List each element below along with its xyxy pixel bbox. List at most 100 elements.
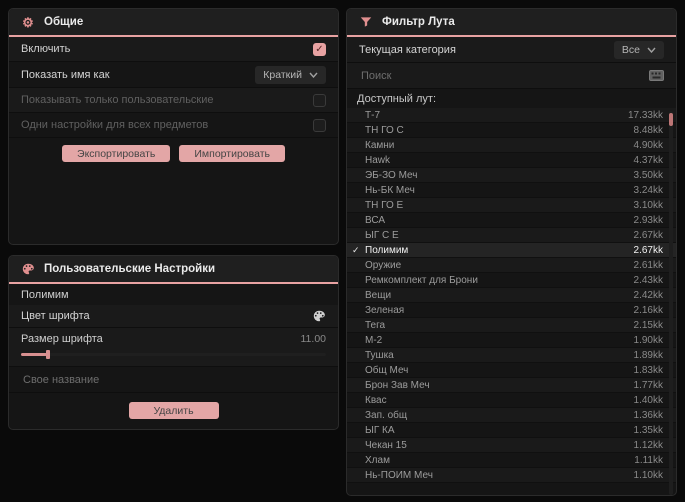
- loot-list-item[interactable]: ✓ Брон Зав Меч 1.77kk: [347, 378, 676, 393]
- loot-item-name: Чекан 15: [365, 439, 407, 451]
- loot-list-item[interactable]: ✓ М-2 1.90kk: [347, 333, 676, 348]
- loot-list-item[interactable]: ✓ Ремкомплект для Брони 2.43kk: [347, 273, 676, 288]
- loot-item-name: Hawk: [365, 154, 391, 166]
- export-button[interactable]: Экспортировать: [62, 145, 171, 162]
- font-color-label: Цвет шрифта: [21, 310, 90, 322]
- import-button[interactable]: Импортировать: [179, 145, 285, 162]
- loot-item-name: ЫГ С Е: [365, 229, 399, 241]
- loot-list-scrollbar[interactable]: [669, 111, 673, 495]
- loot-list-item[interactable]: ✓ Хлам 1.11kk: [347, 453, 676, 468]
- loot-list-item[interactable]: ✓ Чекан 15 1.12kk: [347, 438, 676, 453]
- loot-item-value: 1.89kk: [633, 349, 663, 361]
- loot-list-item[interactable]: ✓ ЭБ-ЗО Меч 3.50kk: [347, 168, 676, 183]
- search-row: [347, 63, 676, 89]
- loot-item-name: Тушка: [365, 349, 394, 361]
- general-panel-title: Общие: [44, 16, 84, 28]
- loot-item-value: 3.24kk: [633, 184, 663, 196]
- category-label: Текущая категория: [359, 43, 456, 56]
- loot-list-item[interactable]: ✓ ЫГ КА 1.35kk: [347, 423, 676, 438]
- scrollbar-thumb[interactable]: [669, 113, 673, 126]
- customize-icon: [21, 262, 35, 276]
- only-custom-row: Показывать только пользовательские ✓: [9, 88, 338, 113]
- loot-list-item[interactable]: ✓ Камни 4.90kk: [347, 138, 676, 153]
- custom-panel-header: Пользовательские Настройки: [9, 256, 338, 284]
- loot-item-name: ТН ГО Е: [365, 199, 404, 211]
- loot-item-value: 17.33kk: [627, 109, 663, 121]
- selected-item-name: Полимим: [21, 288, 69, 301]
- font-color-row: Цвет шрифта: [9, 305, 338, 328]
- loot-item-value: 1.36kk: [633, 409, 663, 421]
- loot-item-value: 2.61kk: [633, 259, 663, 271]
- color-palette-icon[interactable]: [312, 309, 326, 323]
- font-size-row: Размер шрифта 11.00: [9, 328, 338, 367]
- category-dropdown[interactable]: Все: [613, 40, 664, 59]
- loot-item-name: Ремкомплект для Брони: [365, 274, 478, 286]
- loot-list-item[interactable]: ✓ Зап. общ 1.36kk: [347, 408, 676, 423]
- only-custom-checkbox[interactable]: ✓: [313, 93, 326, 107]
- enable-checkbox[interactable]: ✓: [313, 42, 326, 56]
- loot-list-item[interactable]: ✓ Зеленая 2.16kk: [347, 303, 676, 318]
- loot-list-item[interactable]: ✓ Нь-ПОИМ Меч 1.10kk: [347, 468, 676, 483]
- loot-list: ✓ Т-7 17.33kk ✓ ТН ГО С 8.48kk ✓ Камни 4…: [347, 108, 676, 495]
- show-name-dropdown[interactable]: Краткий: [255, 65, 326, 84]
- loot-item-value: 1.10kk: [633, 469, 663, 481]
- font-size-slider[interactable]: [21, 350, 326, 359]
- loot-list-item[interactable]: ✓ Оружие 2.61kk: [347, 258, 676, 273]
- loot-list-item[interactable]: ✓ Квас 1.40kk: [347, 393, 676, 408]
- loot-list-item[interactable]: ✓ Тега 2.15kk: [347, 318, 676, 333]
- loot-item-value: 4.90kk: [633, 139, 663, 151]
- general-panel-header: ⚙ Общие: [9, 9, 338, 37]
- loot-item-value: 2.93kk: [633, 214, 663, 226]
- loot-list-item[interactable]: ✓ Тушка 1.89kk: [347, 348, 676, 363]
- loot-list-item[interactable]: ✓ Hawk 4.37kk: [347, 153, 676, 168]
- import-export-row: Экспортировать Импортировать: [9, 138, 338, 168]
- loot-list-item[interactable]: ✓ Т-7 17.33kk: [347, 108, 676, 123]
- custom-settings-panel: Пользовательские Настройки Полимим Цвет …: [8, 255, 339, 430]
- loot-item-name: Хлам: [365, 454, 390, 466]
- show-name-row: Показать имя как Краткий: [9, 62, 338, 88]
- loot-item-value: 1.83kk: [633, 364, 663, 376]
- same-settings-row: Одни настройки для всех предметов ✓: [9, 113, 338, 138]
- loot-list-item[interactable]: ✓ ТН ГО Е 3.10kk: [347, 198, 676, 213]
- delete-button[interactable]: Удалить: [128, 402, 219, 419]
- gear-icon: ⚙: [22, 14, 34, 30]
- category-dropdown-value: Все: [621, 43, 640, 56]
- show-name-dropdown-value: Краткий: [263, 68, 302, 81]
- only-custom-label: Показывать только пользовательские: [21, 94, 214, 106]
- slider-handle[interactable]: [46, 350, 50, 359]
- same-settings-checkbox[interactable]: ✓: [313, 118, 326, 132]
- loot-item-name: Камни: [365, 139, 395, 151]
- loot-list-item[interactable]: ✓ Общ Меч 1.83kk: [347, 363, 676, 378]
- loot-item-name: Оружие: [365, 259, 402, 271]
- loot-item-name: Брон Зав Меч: [365, 379, 430, 391]
- slider-fill: [21, 353, 47, 356]
- same-settings-label: Одни настройки для всех предметов: [21, 119, 209, 131]
- filter-panel-header: Фильтр Лута: [347, 9, 676, 37]
- loot-item-value: 1.12kk: [633, 439, 663, 451]
- loot-item-name: Полимим: [365, 244, 409, 256]
- loot-item-value: 2.67kk: [633, 244, 663, 256]
- loot-list-item[interactable]: ✓ Вещи 2.42kk: [347, 288, 676, 303]
- available-loot-label: Доступный лут:: [357, 92, 437, 105]
- general-settings-panel: ⚙ Общие Включить ✓ Показать имя как Крат…: [8, 8, 339, 245]
- loot-list-item[interactable]: ✓ ВСА 2.93kk: [347, 213, 676, 228]
- loot-item-value: 2.67kk: [633, 229, 663, 241]
- loot-list-item[interactable]: ✓ Полимим 2.67kk: [347, 243, 676, 258]
- loot-list-item[interactable]: ✓: [347, 483, 676, 495]
- enable-row: Включить ✓: [9, 37, 338, 62]
- enable-label: Включить: [21, 43, 71, 55]
- custom-name-row: [9, 367, 338, 393]
- loot-list-item[interactable]: ✓ ТН ГО С 8.48kk: [347, 123, 676, 138]
- loot-item-value: 1.40kk: [633, 394, 663, 406]
- loot-item-value: 8.48kk: [633, 124, 663, 136]
- loot-item-value: 4.37kk: [633, 154, 663, 166]
- keyboard-icon[interactable]: [649, 70, 664, 81]
- chevron-down-icon: [647, 47, 656, 53]
- loot-list-item[interactable]: ✓ ЫГ С Е 2.67kk: [347, 228, 676, 243]
- loot-list-item[interactable]: ✓ Нь-БК Меч 3.24kk: [347, 183, 676, 198]
- custom-panel-title: Пользовательские Настройки: [44, 263, 216, 275]
- show-name-label: Показать имя как: [21, 68, 110, 81]
- search-input[interactable]: [359, 68, 649, 83]
- loot-item-value: 2.16kk: [633, 304, 663, 316]
- custom-name-input[interactable]: [21, 372, 326, 387]
